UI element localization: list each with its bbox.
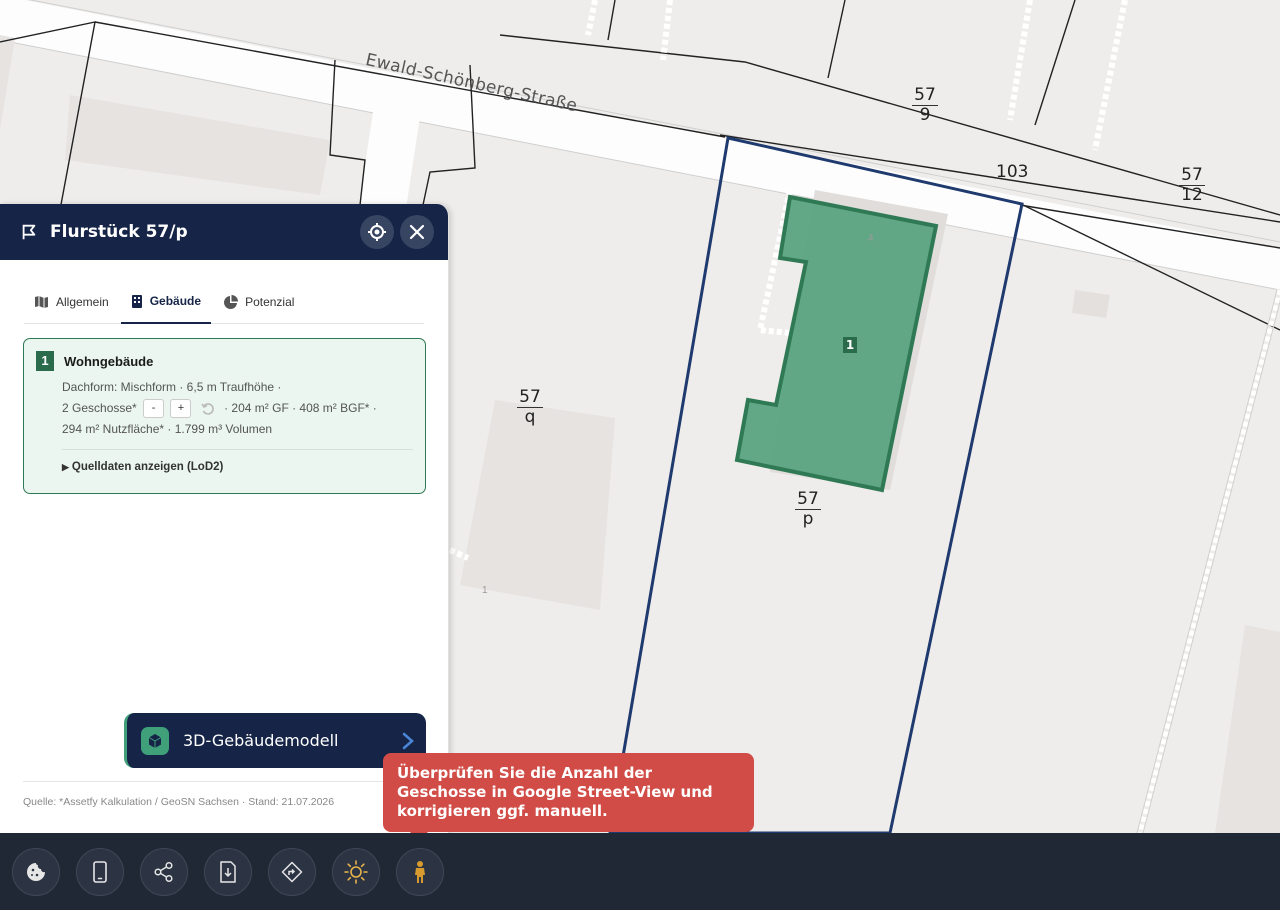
phone-icon — [93, 860, 107, 883]
pie-chart-icon — [224, 294, 239, 309]
share-button[interactable] — [140, 847, 188, 896]
house-number: 4 — [868, 233, 874, 244]
directions-button[interactable] — [268, 847, 316, 896]
parcel-number: 57 — [517, 387, 543, 408]
map-icon — [35, 296, 48, 308]
locate-button[interactable] — [360, 215, 394, 249]
cube-icon — [141, 726, 169, 755]
parcel-label-57-9: 57 9 — [905, 86, 945, 125]
panel-tabs: Allgemein Gebäude Potenzial — [24, 280, 424, 324]
close-button[interactable] — [400, 215, 434, 249]
download-button[interactable] — [204, 847, 252, 896]
floors-increase-button[interactable]: + — [170, 399, 192, 419]
parcel-number: 57 — [1179, 165, 1205, 186]
sun-icon — [344, 859, 368, 884]
footer-divider — [23, 781, 426, 782]
tab-allgemein[interactable]: Allgemein — [24, 280, 119, 324]
floor-count: 2 Geschosse* — [62, 401, 137, 415]
area-info: · 204 m² GF · 408 m² BGF* · — [224, 401, 377, 415]
mobile-view-button[interactable] — [76, 847, 124, 896]
bottom-toolbar — [0, 833, 1280, 910]
3d-model-button[interactable]: 3D-Gebäudemodell — [124, 713, 426, 768]
street-view-button[interactable] — [396, 847, 444, 896]
parcel-suffix: q — [524, 407, 536, 427]
building-shape — [460, 400, 615, 610]
cookie-icon — [27, 862, 45, 881]
floors-row: 2 Geschosse* - + · 204 m² GF · 408 m² BG… — [62, 398, 413, 419]
building-icon — [131, 294, 142, 308]
building-number-badge: 1 — [36, 351, 54, 371]
card-divider — [62, 449, 413, 450]
share-icon — [154, 861, 173, 882]
parcel-suffix: p — [802, 509, 814, 529]
source-toggle-label: Quelldaten anzeigen (LoD2) — [71, 461, 224, 473]
panel-title: Flurstück 57/p — [50, 222, 188, 242]
parcel-suffix: 12 — [1181, 185, 1203, 205]
parcel-panel: Flurstück 57/p Allgemein Gebäude Potenzi… — [0, 204, 449, 833]
panel-header: Flurstück 57/p — [0, 204, 448, 260]
floors-decrease-button[interactable]: - — [143, 399, 165, 419]
parcel-number: 57 — [795, 489, 821, 510]
download-icon — [220, 860, 236, 883]
building-shape — [1215, 625, 1280, 833]
pegman-icon — [415, 860, 425, 883]
building-shape — [1072, 290, 1110, 318]
tab-gebaeude[interactable]: Gebäude — [120, 280, 212, 324]
street-view-hint-tooltip: Überprüfen Sie die Anzahl der Geschosse … — [383, 753, 754, 841]
triangle-right-icon: ▶ — [62, 462, 69, 472]
source-footer: Quelle: *Assetfy Kalkulation / GeoSN Sac… — [23, 796, 335, 808]
parcel-label-57-q: 57 q — [510, 388, 550, 427]
parcel-label-57-p: 57 p — [788, 490, 828, 529]
building-shape — [65, 95, 330, 195]
tab-label: Potenzial — [245, 295, 295, 309]
building-card[interactable]: 1 Wohngebäude Dachform: Mischform · 6,5 … — [23, 338, 426, 494]
roof-info: Dachform: Mischform · 6,5 m Traufhöhe · — [62, 380, 282, 394]
parcel-suffix: 9 — [919, 105, 931, 125]
parcel-label-103: 103 — [996, 162, 1029, 182]
building-type: Wohngebäude — [64, 353, 154, 369]
reset-icon[interactable] — [201, 402, 215, 416]
close-icon — [409, 224, 425, 240]
parcel-label-57-12: 57 12 — [1172, 166, 1212, 205]
selected-building — [734, 194, 939, 493]
tab-potenzial[interactable]: Potenzial — [213, 280, 304, 324]
source-data-toggle[interactable]: ▶ Quelldaten anzeigen (LoD2) — [62, 461, 413, 473]
tab-label: Gebäude — [149, 294, 202, 308]
usage-info: 294 m² Nutzfläche* · 1.799 m³ Volumen — [62, 422, 273, 436]
3d-model-label: 3D-Gebäudemodell — [183, 731, 339, 750]
cookie-settings-button[interactable] — [12, 847, 60, 896]
house-number: 1 — [482, 585, 488, 596]
directions-icon — [281, 861, 303, 882]
chevron-right-icon — [402, 732, 414, 749]
building-marker[interactable]: 1 — [843, 337, 857, 353]
light-mode-button[interactable] — [332, 847, 380, 896]
tab-label: Allgemein — [56, 295, 109, 309]
target-icon — [368, 223, 386, 241]
parcel-number: 57 — [912, 85, 938, 106]
parcel-flag-icon — [22, 224, 36, 240]
